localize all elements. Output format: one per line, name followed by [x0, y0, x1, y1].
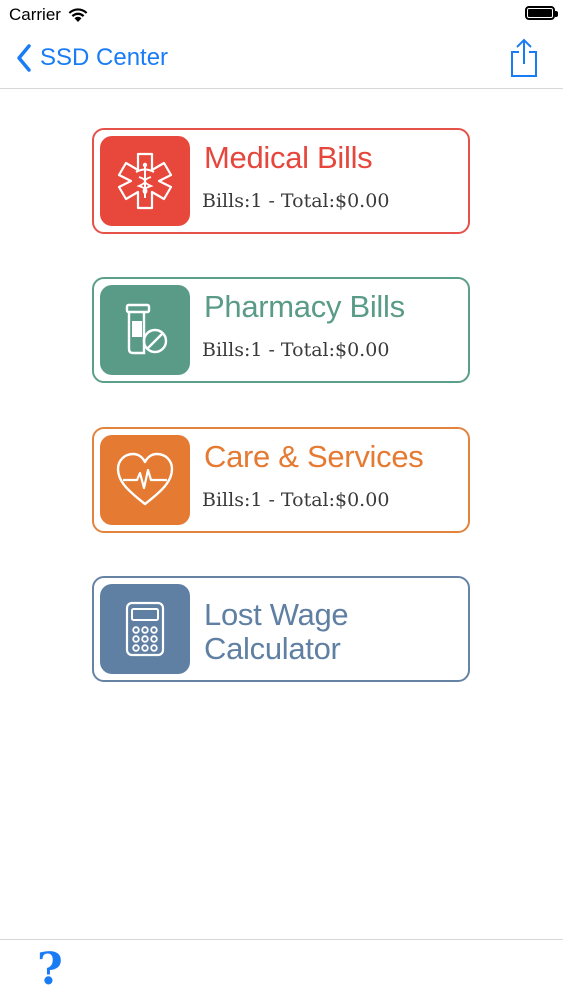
- status-bar: Carrier: [0, 0, 563, 30]
- carrier-label: Carrier: [9, 5, 61, 24]
- medical-bills-card[interactable]: Medical Bills Bills:1 - Total:$0.00: [92, 128, 470, 234]
- card-title: Care & Services: [204, 439, 424, 474]
- battery-icon: [525, 6, 558, 20]
- share-icon[interactable]: [509, 38, 539, 78]
- card-subtitle: Bills:1 - Total:$0.00: [202, 489, 390, 511]
- wifi-icon: [68, 8, 88, 22]
- navigation-bar: SSD Center: [0, 30, 563, 89]
- back-button[interactable]: SSD Center: [16, 41, 168, 75]
- pill-bottle-icon: [100, 285, 190, 375]
- heart-pulse-icon: [100, 435, 190, 525]
- chevron-left-icon: [17, 44, 31, 72]
- card-title: Pharmacy Bills: [204, 289, 405, 324]
- help-button[interactable]: ?: [37, 944, 63, 996]
- back-button-label: SSD Center: [40, 44, 169, 71]
- care-services-card[interactable]: Care & Services Bills:1 - Total:$0.00: [92, 427, 470, 533]
- lost-wage-calculator-card[interactable]: Lost Wage Calculator: [92, 576, 470, 682]
- card-subtitle: Bills:1 - Total:$0.00: [202, 339, 390, 361]
- card-title: Lost Wage Calculator: [204, 597, 349, 666]
- pharmacy-bills-card[interactable]: Pharmacy Bills Bills:1 - Total:$0.00: [92, 277, 470, 383]
- calculator-icon: [100, 584, 190, 674]
- medical-caduceus-icon: [100, 136, 190, 226]
- card-subtitle: Bills:1 - Total:$0.00: [202, 190, 390, 212]
- card-title: Medical Bills: [204, 140, 373, 175]
- bottom-toolbar: ?: [0, 939, 563, 1001]
